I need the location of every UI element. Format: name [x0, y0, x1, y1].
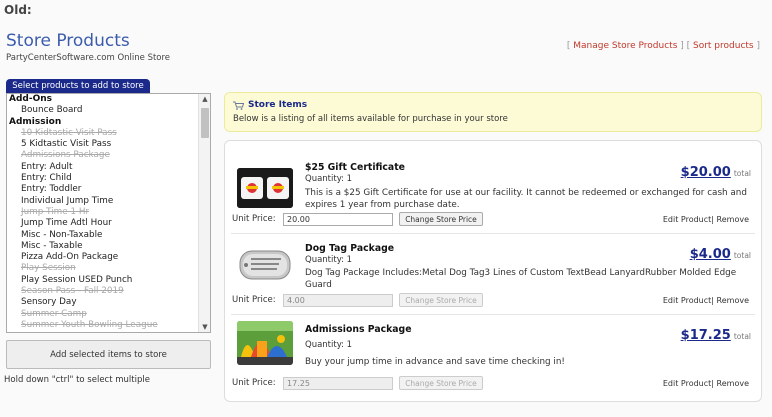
product-option[interactable]: Sensory Day	[9, 297, 198, 308]
scroll-up-arrow-icon[interactable]: ▲	[199, 94, 210, 104]
top-links: [ Manage Store Products ] [ Sort product…	[567, 41, 760, 51]
edit-product-link[interactable]: Edit Product	[663, 379, 711, 388]
sort-products-link[interactable]: Sort products	[693, 41, 754, 51]
change-store-price-button[interactable]: Change Store Price	[399, 376, 483, 390]
price-value: $20.00	[680, 165, 731, 180]
page-subtitle: PartyCenterSoftware.com Online Store	[6, 53, 171, 63]
list-scrollbar[interactable]: ▲ ▼	[198, 94, 210, 332]
product-option[interactable]: Play Session USED Punch	[9, 275, 198, 286]
product-option: Play Session	[21, 263, 76, 274]
item-description: Dog Tag Package Includes:Metal Dog Tag3 …	[305, 268, 737, 290]
item-name: Admissions Package	[305, 324, 412, 335]
option-group-label: Add-Ons	[9, 94, 53, 104]
product-option[interactable]: Entry: Adult	[9, 162, 198, 173]
unit-price-input[interactable]	[283, 213, 393, 226]
price-total-label: total	[733, 169, 751, 178]
scroll-thumb[interactable]	[201, 108, 209, 138]
product-option[interactable]: Individual Jump Time	[9, 196, 198, 207]
store-item: Dog Tag Package Quantity: 1 Dog Tag Pack…	[225, 234, 761, 314]
dog-tag-thumbnail	[237, 245, 293, 285]
item-price: $4.00 total	[690, 247, 751, 262]
product-option: Admissions Package	[21, 150, 110, 161]
product-option[interactable]: Bounce Board	[9, 105, 198, 116]
price-value: $17.25	[680, 328, 731, 343]
bounce-house-thumbnail	[237, 321, 293, 365]
change-store-price-button[interactable]: Change Store Price	[399, 293, 483, 307]
item-price: $20.00 total	[681, 165, 751, 180]
add-selected-items-button[interactable]: Add selected items to store	[6, 340, 211, 369]
item-price: $17.25 total	[681, 328, 751, 343]
item-actions: Edit Product| Remove	[663, 296, 749, 305]
unit-price-label: Unit Price:	[232, 214, 276, 224]
product-option[interactable]: Pizza Add-On Package	[9, 252, 198, 263]
edit-product-link[interactable]: Edit Product	[663, 215, 711, 224]
multi-select-hint: Hold down "ctrl" to select multiple	[4, 375, 150, 385]
store-items-notice: Store Items Below is a listing of all it…	[224, 92, 762, 132]
store-item: Admissions Package Quantity: 1 Buy your …	[225, 315, 761, 401]
product-option[interactable]: Misc - Taxable	[9, 241, 198, 252]
product-option[interactable]: Entry: Toddler	[9, 184, 198, 195]
product-option[interactable]: Jump Time Adtl Hour	[9, 218, 198, 229]
unit-price-input[interactable]	[283, 377, 393, 390]
bracket: ]	[753, 41, 760, 51]
manage-store-products-link[interactable]: Manage Store Products	[573, 41, 677, 51]
product-option[interactable]: Misc - Non-Taxable	[9, 230, 198, 241]
bracket: ] [	[677, 41, 693, 51]
item-name: $25 Gift Certificate	[305, 162, 405, 173]
store-items-panel: $25 Gift Certificate Quantity: 1 This is…	[224, 140, 762, 402]
product-option: Season Pass - Fall 2019	[21, 286, 124, 297]
product-option: 10 Kidtastic Visit Pass	[21, 127, 117, 138]
item-description: Buy your jump time in advance and save t…	[305, 357, 565, 367]
item-actions: Edit Product| Remove	[663, 215, 749, 224]
scroll-down-arrow-icon[interactable]: ▼	[199, 322, 210, 332]
item-quantity: Quantity: 1	[305, 174, 353, 184]
gift-certificate-thumbnail	[237, 168, 293, 208]
store-items-description: Below is a listing of all items availabl…	[233, 114, 508, 124]
select-products-tab: Select products to add to store	[6, 79, 150, 93]
product-option[interactable]: Entry: Child	[9, 173, 198, 184]
page-title: Store Products	[6, 31, 130, 51]
price-total-label: total	[733, 251, 751, 260]
item-actions: Edit Product| Remove	[663, 379, 749, 388]
product-option: Jump Time 1 Hr	[21, 206, 90, 217]
unit-price-input[interactable]	[283, 294, 393, 307]
product-option: Summer Camp	[21, 308, 87, 319]
product-option: Summer Youth Bowling League	[21, 319, 158, 330]
product-select-list[interactable]: Add-Ons Bounce Board Admission 10 Kidtastic…	[6, 93, 211, 333]
change-store-price-button[interactable]: Change Store Price	[399, 212, 483, 226]
product-options: Add-Ons Bounce Board Admission 10 Kidtastic…	[7, 94, 198, 332]
remove-link[interactable]: Remove	[717, 379, 749, 388]
item-quantity: Quantity: 1	[305, 340, 353, 350]
option-group-label: Admission	[9, 116, 62, 127]
product-option[interactable]: 5 Kidtastic Visit Pass	[9, 139, 198, 150]
price-value: $4.00	[689, 247, 731, 262]
item-name: Dog Tag Package	[305, 243, 395, 254]
store-items-title: Store Items	[248, 100, 308, 110]
edit-product-link[interactable]: Edit Product	[663, 296, 711, 305]
old-label: Old:	[4, 3, 32, 17]
unit-price-label: Unit Price:	[232, 378, 276, 388]
remove-link[interactable]: Remove	[717, 215, 749, 224]
item-quantity: Quantity: 1	[305, 255, 353, 265]
store-items-title-row: Store Items	[233, 100, 753, 110]
store-item: $25 Gift Certificate Quantity: 1 This is…	[225, 141, 761, 229]
item-description: This is a $25 Gift Certificate for use a…	[305, 188, 747, 210]
shopping-cart-icon	[233, 101, 244, 110]
remove-link[interactable]: Remove	[717, 296, 749, 305]
unit-price-label: Unit Price:	[232, 295, 276, 305]
price-total-label: total	[733, 332, 751, 341]
